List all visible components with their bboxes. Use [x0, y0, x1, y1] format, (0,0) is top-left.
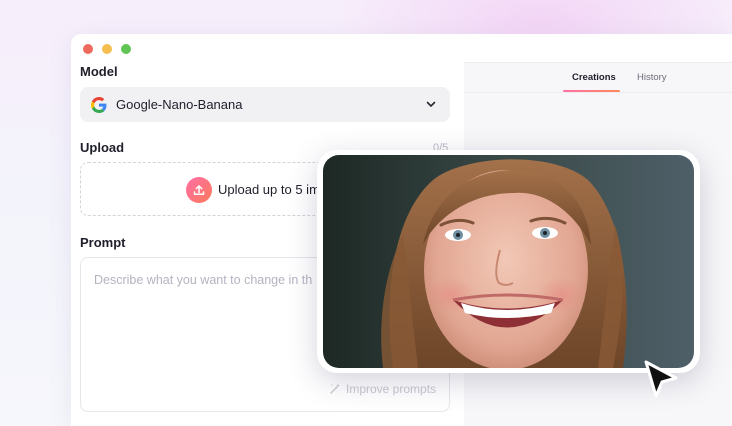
prompt-placeholder: Describe what you want to change in th	[94, 273, 313, 287]
generated-portrait-image	[323, 155, 694, 368]
upload-label: Upload	[80, 140, 125, 155]
magic-wand-icon	[330, 383, 340, 394]
prompt-label: Prompt	[80, 235, 126, 250]
model-select[interactable]: Google-Nano-Banana	[80, 87, 450, 122]
mouse-cursor-icon	[644, 360, 678, 398]
tab-history[interactable]: History	[637, 72, 667, 83]
model-select-value: Google-Nano-Banana	[116, 97, 243, 112]
tab-creations[interactable]: Creations	[572, 72, 616, 83]
upload-cta-text: Upload up to 5 im	[218, 182, 320, 197]
tab-divider	[464, 92, 732, 93]
improve-prompts-button[interactable]: Improve prompts	[328, 382, 436, 396]
upload-icon	[186, 177, 212, 203]
google-g-icon	[91, 96, 107, 113]
model-label: Model	[80, 64, 118, 79]
improve-prompts-label: Improve prompts	[346, 382, 437, 396]
chevron-down-icon	[426, 101, 436, 107]
result-image-card[interactable]	[317, 150, 700, 373]
